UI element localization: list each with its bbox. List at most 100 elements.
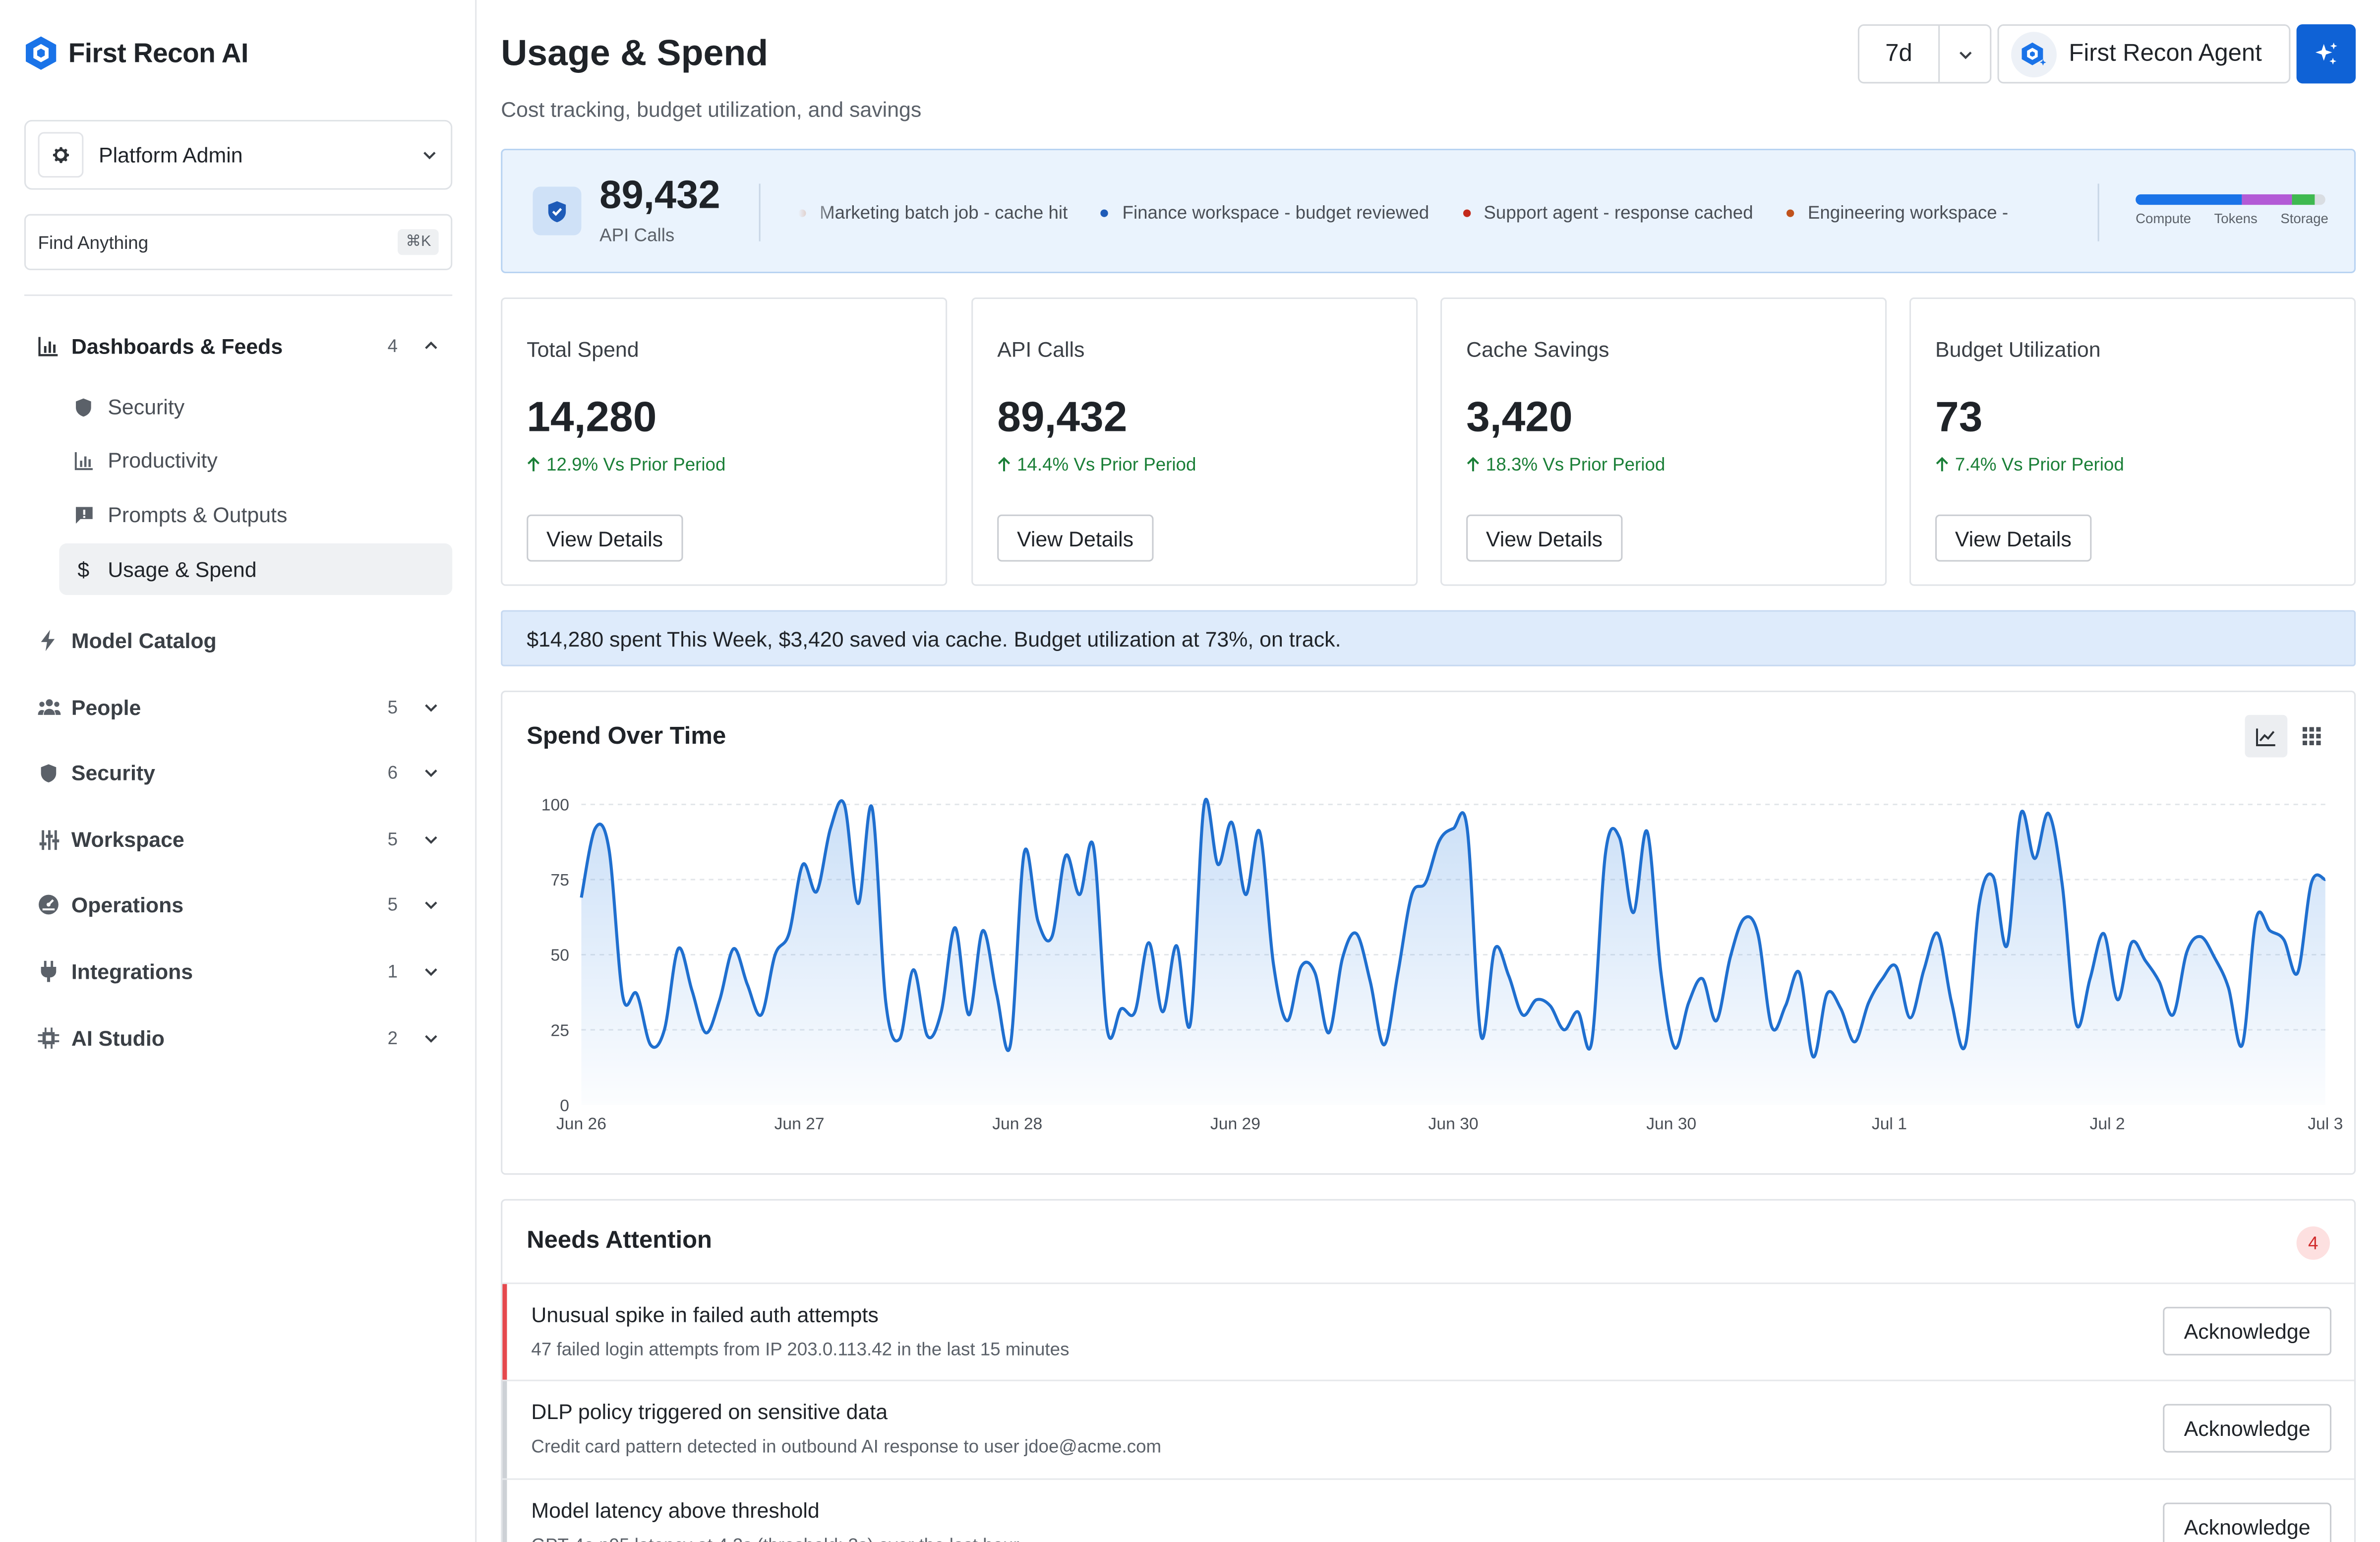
nav-group-count: 5 bbox=[387, 829, 398, 850]
logo-icon bbox=[26, 36, 57, 70]
chevron-down-icon[interactable] bbox=[1940, 26, 1990, 82]
page-subtitle: Cost tracking, budget utilization, and s… bbox=[501, 97, 922, 121]
view-details-button[interactable]: View Details bbox=[1466, 514, 1622, 562]
nav-group-label: Operations bbox=[71, 892, 184, 917]
attention-item-title: DLP policy triggered on sensitive data bbox=[531, 1399, 888, 1424]
sidebar-item-label: Usage & Spend bbox=[108, 557, 257, 582]
x-tick-label: Jun 27 bbox=[774, 1115, 825, 1133]
view-details-button[interactable]: View Details bbox=[997, 514, 1153, 562]
kpi-card-cache-savings: Cache Savings 3,420 18.3% Vs Prior Perio… bbox=[1440, 297, 1887, 586]
kpi-label: Budget Utilization bbox=[1935, 337, 2101, 361]
attention-count-badge: 4 bbox=[2296, 1226, 2330, 1260]
chevron-down-icon bbox=[425, 1035, 437, 1043]
nav-group-dashboards-feeds[interactable]: Dashboards & Feeds 4 bbox=[24, 323, 452, 369]
ticker-caption: API Calls bbox=[599, 225, 675, 246]
kpi-delta-text: 18.3% Vs Prior Period bbox=[1486, 454, 1666, 475]
nav-group-integrations[interactable]: Integrations 1 bbox=[24, 949, 452, 994]
y-tick-label: 75 bbox=[551, 871, 569, 890]
nav-group-count: 4 bbox=[387, 335, 398, 357]
nav-group-model-catalog[interactable]: Model Catalog bbox=[24, 618, 452, 663]
nav-group-workspace[interactable]: Workspace 5 bbox=[24, 817, 452, 862]
nav-group-count: 2 bbox=[387, 1027, 398, 1049]
bolt-icon bbox=[36, 628, 60, 652]
ticker-feed: Marketing batch job - cache hit Finance … bbox=[798, 196, 2058, 229]
sidebar-item-usage-spend[interactable]: $ Usage & Spend bbox=[59, 543, 453, 595]
feed-item: Support agent - response cached bbox=[1462, 196, 1753, 229]
chevron-down-icon bbox=[423, 152, 436, 160]
kpi-label: API Calls bbox=[997, 337, 1085, 361]
time-range-select[interactable]: 7d bbox=[1857, 24, 1992, 84]
kpi-label: Total Spend bbox=[527, 337, 639, 361]
view-details-button[interactable]: View Details bbox=[1935, 514, 2091, 562]
kpi-card-total-spend: Total Spend 14,280 12.9% Vs Prior Period… bbox=[501, 297, 948, 586]
chevron-down-icon bbox=[425, 770, 437, 777]
chip-icon bbox=[36, 1026, 60, 1050]
kpi-card-budget-utilization: Budget Utilization 73 7.4% Vs Prior Peri… bbox=[1909, 297, 2356, 586]
sidebar-item-label: Productivity bbox=[108, 448, 218, 473]
gear-icon bbox=[38, 132, 84, 178]
ai-assist-button[interactable] bbox=[2296, 24, 2356, 84]
agent-button[interactable]: First Recon Agent bbox=[1997, 24, 2291, 84]
nav-group-label: Integrations bbox=[71, 959, 193, 984]
message-alert-icon bbox=[73, 504, 94, 525]
line-chart-icon bbox=[2256, 727, 2275, 746]
feed-item-text: Finance workspace - budget reviewed bbox=[1122, 202, 1429, 223]
x-tick-label: Jun 29 bbox=[1210, 1115, 1260, 1133]
cost-segment-compute bbox=[2136, 194, 2242, 205]
attention-item-description: 47 failed login attempts from IP 203.0.1… bbox=[531, 1338, 1070, 1360]
grid-view-button[interactable] bbox=[2290, 715, 2333, 758]
attention-item-description: Credit card pattern detected in outbound… bbox=[531, 1435, 1162, 1457]
attention-item-description: GPT-4o p95 latency at 4.2s (threshold: 3… bbox=[531, 1535, 1019, 1542]
x-tick-label: Jun 30 bbox=[1646, 1115, 1696, 1133]
search-shortcut: ⌘K bbox=[398, 229, 439, 255]
severity-indicator bbox=[502, 1480, 507, 1542]
nav-group-label: AI Studio bbox=[71, 1026, 165, 1051]
nav-group-label: People bbox=[71, 695, 141, 720]
plug-icon bbox=[36, 959, 60, 984]
nav-group-operations[interactable]: Operations 5 bbox=[24, 882, 452, 928]
acknowledge-button[interactable]: Acknowledge bbox=[2163, 1404, 2332, 1453]
bar-chart-icon bbox=[73, 449, 94, 471]
x-tick-label: Jul 1 bbox=[1872, 1115, 1907, 1133]
chevron-down-icon bbox=[425, 836, 437, 844]
line-chart-view-button[interactable] bbox=[2245, 714, 2288, 758]
org-selector[interactable]: Platform Admin bbox=[24, 119, 453, 190]
sidebar-item-productivity[interactable]: Productivity bbox=[59, 434, 452, 486]
nav-group-count: 5 bbox=[387, 894, 398, 915]
chevron-down-icon bbox=[425, 704, 437, 712]
cost-label-tokens: Tokens bbox=[2214, 211, 2258, 227]
main-content: Usage & Spend Cost tracking, budget util… bbox=[476, 0, 2380, 1542]
nav-group-label: Dashboards & Feeds bbox=[71, 334, 283, 358]
needs-attention-card: Needs Attention 4 Unusual spike in faile… bbox=[501, 1199, 2356, 1542]
spend-over-time-card: 0 25 50 75 100 Jun 26 Jun 27 Jun 28 Jun 29 Jun 30… bbox=[501, 690, 2356, 1175]
sidebar-divider bbox=[24, 294, 453, 296]
app-logo[interactable]: First Recon AI bbox=[24, 35, 248, 71]
feed-item: Engineering workspace - bbox=[1786, 196, 2008, 229]
acknowledge-button[interactable]: Acknowledge bbox=[2163, 1502, 2332, 1542]
view-details-button[interactable]: View Details bbox=[527, 514, 683, 562]
page-title: Usage & Spend bbox=[501, 33, 769, 74]
sidebar-item-security[interactable]: Security bbox=[59, 381, 452, 432]
nav-group-people[interactable]: People 5 bbox=[24, 685, 452, 730]
sidebar-item-prompts-outputs[interactable]: Prompts & Outputs bbox=[59, 489, 452, 540]
shield-check-icon bbox=[533, 186, 582, 236]
nav-group-label: Workspace bbox=[71, 827, 184, 852]
find-anything-search[interactable]: Find Anything ⌘K bbox=[24, 214, 453, 270]
cost-segment-tokens bbox=[2242, 194, 2291, 205]
chart-title: Spend Over Time bbox=[527, 724, 726, 750]
nav-group-count: 6 bbox=[387, 762, 398, 783]
severity-indicator bbox=[502, 1284, 507, 1381]
arrow-up-icon bbox=[1467, 457, 1480, 472]
nav-group-security[interactable]: Security 6 bbox=[24, 750, 452, 795]
gauge-icon bbox=[36, 892, 60, 917]
feed-item-text: Support agent - response cached bbox=[1484, 202, 1753, 223]
acknowledge-button[interactable]: Acknowledge bbox=[2163, 1306, 2332, 1356]
cost-breakdown-bar bbox=[2136, 194, 2325, 205]
nav-group-ai-studio[interactable]: AI Studio 2 bbox=[24, 1015, 452, 1061]
sliders-icon bbox=[36, 827, 60, 851]
chevron-up-icon bbox=[425, 341, 437, 350]
kpi-value: 3,420 bbox=[1466, 393, 1573, 440]
bar-chart-icon bbox=[36, 334, 60, 358]
y-tick-label: 0 bbox=[560, 1097, 569, 1115]
dollar-icon: $ bbox=[77, 557, 90, 582]
